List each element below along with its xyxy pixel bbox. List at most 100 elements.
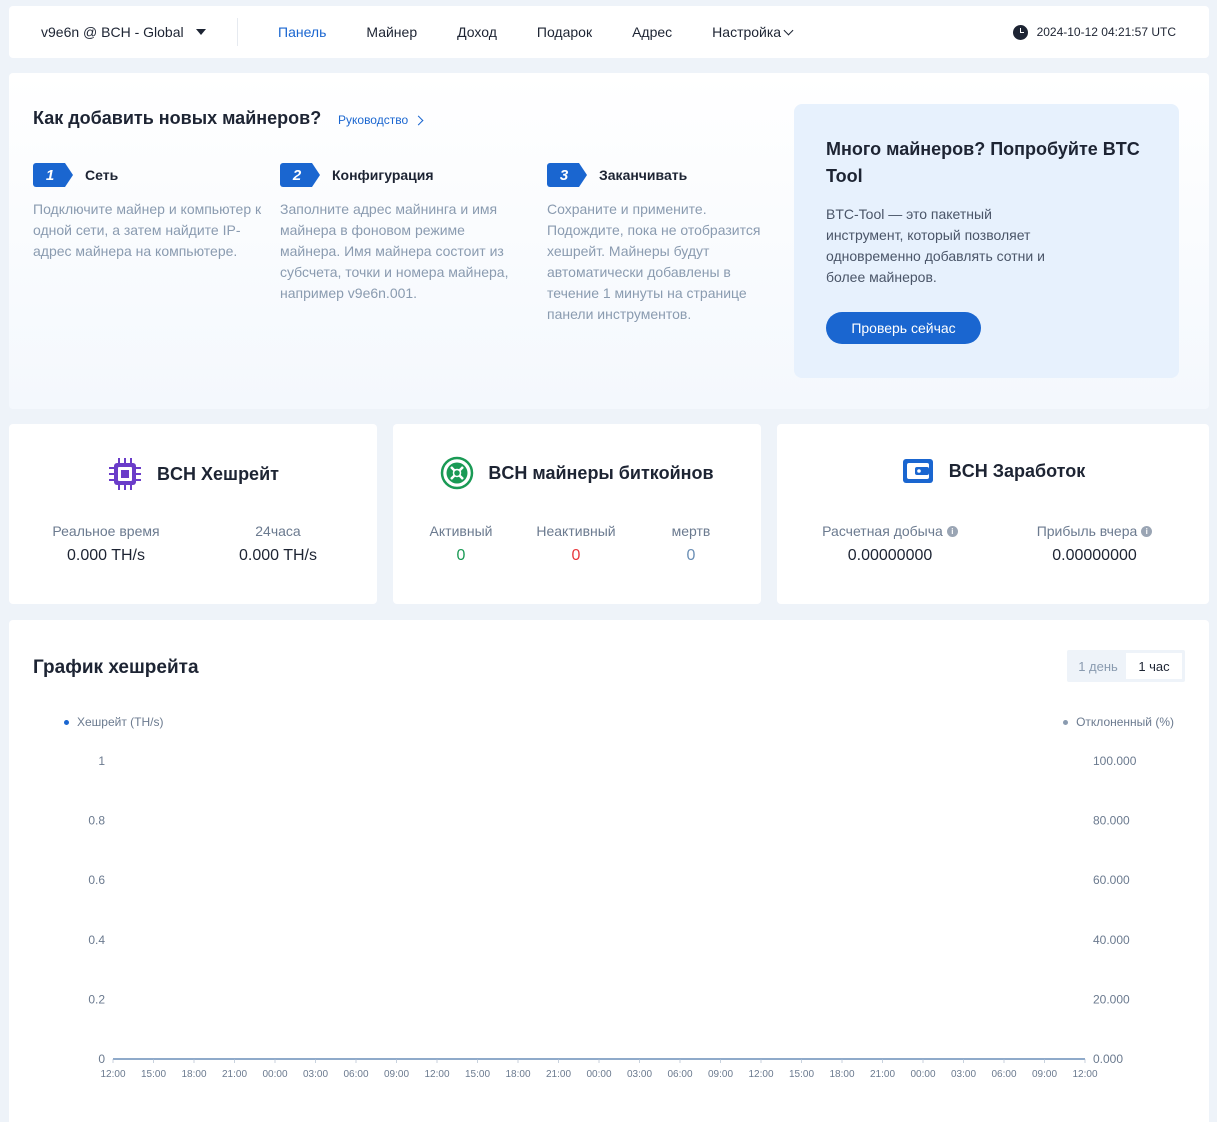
- nav-dashboard[interactable]: Панель: [278, 24, 326, 40]
- stat-value: 0.00000000: [847, 547, 933, 564]
- nav-settings[interactable]: Настройка: [712, 24, 794, 40]
- y-right-tick-label: 60.000: [1093, 873, 1130, 887]
- y-right-tick-label: 20.000: [1093, 992, 1130, 1006]
- miners-card: BCH майнеры биткойнов Активный 0 Неактив…: [393, 424, 761, 604]
- stat-label-text: Прибыль вчера: [1036, 523, 1138, 539]
- y-left-tick-label: 1: [98, 754, 105, 768]
- x-tick-label: 15:00: [465, 1069, 490, 1080]
- miner-icon: [441, 456, 474, 490]
- x-tick-label: 18:00: [829, 1069, 854, 1080]
- stat-label: Расчетная добыча i: [815, 523, 965, 539]
- step-number-badge: 3: [547, 163, 587, 187]
- step-configuration: 2 Конфигурация Заполните адрес майнинга …: [280, 163, 515, 304]
- info-icon[interactable]: i: [946, 525, 958, 537]
- x-tick-label: 21:00: [546, 1069, 571, 1080]
- earnings-card: BCH Заработок Расчетная добыча i 0.00000…: [777, 424, 1209, 604]
- stat-inactive[interactable]: Неактивный 0: [526, 523, 626, 565]
- x-tick-label: 12:00: [748, 1069, 773, 1080]
- x-tick-label: 12:00: [1072, 1069, 1097, 1080]
- x-tick-label: 09:00: [708, 1069, 733, 1080]
- stat-label: мертв: [671, 523, 711, 539]
- nav-miners[interactable]: Майнер: [366, 24, 417, 40]
- promo-text: BTC-Tool — это пакетный инструмент, кото…: [826, 206, 1045, 285]
- stat-label: 24часа: [255, 523, 301, 539]
- card-title: BCH Заработок: [948, 460, 1086, 481]
- y-left-tick-label: 0.2: [88, 992, 105, 1006]
- x-tick-label: 06:00: [991, 1069, 1016, 1080]
- x-tick-label: 00:00: [262, 1069, 287, 1080]
- check-now-button[interactable]: Проверь сейчас: [826, 312, 981, 344]
- step-label: Заканчивать: [599, 167, 688, 183]
- stat-value: 0.000 TH/s: [67, 547, 145, 564]
- step-label: Сеть: [85, 167, 119, 183]
- stat-yesterday-profit: Прибыль вчера i 0.00000000: [1027, 523, 1162, 565]
- hashrate-chart: 0 0.2 0.4 0.6 0.8 1 0.000 20.000 40.000 60.000 80.…: [88, 754, 1136, 1080]
- guide-link-label: Руководство: [338, 113, 409, 127]
- caret-down-icon: [195, 29, 206, 35]
- chevron-right-icon: [413, 115, 424, 125]
- x-tick-label: 21:00: [222, 1069, 247, 1080]
- stat-estimated-mining: Расчетная добыча i 0.00000000: [815, 523, 965, 565]
- step-description: Сохраните и примените. Подождите, пока н…: [547, 201, 761, 322]
- y-left-tick-label: 0.6: [88, 873, 105, 887]
- x-tick-label: 12:00: [100, 1069, 125, 1080]
- x-tick-label: 18:00: [505, 1069, 530, 1080]
- stat-value: 0: [686, 547, 696, 564]
- x-tick-label: 03:00: [303, 1069, 328, 1080]
- datetime-text: 2024-10-12 04:21:57 UTC: [1036, 25, 1176, 39]
- stat-label: Реальное время: [52, 523, 160, 539]
- add-miner-guide: Как добавить новых майнеров? Руководство…: [9, 73, 1209, 409]
- x-tick-label: 09:00: [1032, 1069, 1057, 1080]
- stat-active[interactable]: Активный 0: [417, 523, 505, 565]
- stat-24h: 24часа 0.000 TH/s: [223, 523, 333, 565]
- stat-label-text: Расчетная добыча: [822, 523, 943, 539]
- chip-icon: [109, 458, 142, 490]
- main-nav: Панель Майнер Доход Подарок Адрес Настро…: [278, 6, 832, 58]
- step-finish: 3 Заканчивать Сохраните и примените. Под…: [547, 163, 775, 325]
- x-tick-label: 03:00: [951, 1069, 976, 1080]
- account-selector[interactable]: v9e6n @ BCH - Global: [9, 18, 238, 46]
- guide-title: Как добавить новых майнеров?: [33, 108, 322, 128]
- nav-gift[interactable]: Подарок: [537, 24, 592, 40]
- step-network: 1 Сеть Подключите майнер и компьютер к о…: [33, 163, 268, 262]
- y-right-tick-label: 40.000: [1093, 933, 1130, 947]
- stat-value: 0.00000000: [1052, 547, 1137, 564]
- step-description: Подключите майнер и компьютер к одной се…: [33, 201, 262, 259]
- stat-label: Неактивный: [536, 523, 616, 539]
- account-label: v9e6n @ BCH - Global: [41, 24, 184, 40]
- card-title: BCH майнеры биткойнов: [488, 462, 714, 483]
- nav-income[interactable]: Доход: [457, 24, 497, 40]
- y-left-tick-label: 0: [98, 1052, 105, 1066]
- x-tick-label: 15:00: [141, 1069, 166, 1080]
- stat-value: 0.000 TH/s: [239, 547, 317, 564]
- stat-realtime: Реальное время 0.000 TH/s: [41, 523, 171, 565]
- info-icon[interactable]: i: [1141, 525, 1153, 537]
- guide-link[interactable]: Руководство: [338, 113, 424, 127]
- x-tick-label: 00:00: [586, 1069, 611, 1080]
- btc-tool-promo: Много майнеров? Попробуйте BTC Tool BTC-…: [794, 104, 1179, 378]
- stat-dead[interactable]: мертв 0: [656, 523, 726, 565]
- y-right-tick-label: 80.000: [1093, 814, 1130, 828]
- x-tick-label: 00:00: [910, 1069, 935, 1080]
- x-tick-label: 06:00: [343, 1069, 368, 1080]
- x-tick-label: 03:00: [627, 1069, 652, 1080]
- x-tick-label: 06:00: [667, 1069, 692, 1080]
- step-label: Конфигурация: [332, 167, 434, 183]
- x-tick-label: 12:00: [424, 1069, 449, 1080]
- promo-title: Много майнеров? Попробуйте BTC Tool: [826, 139, 1140, 186]
- stat-label: Прибыль вчера i: [1027, 523, 1162, 539]
- top-navigation-bar: v9e6n @ BCH - Global Панель Майнер Доход…: [9, 6, 1209, 58]
- server-time: 2024-10-12 04:21:57 UTC: [1012, 6, 1176, 58]
- wallet-icon: [902, 459, 933, 483]
- clock-icon: [1012, 24, 1028, 40]
- step-description: Заполните адрес майнинга и имя майнера в…: [280, 201, 509, 301]
- chevron-down-icon: [783, 25, 794, 35]
- x-tick-label: 15:00: [789, 1069, 814, 1080]
- stat-label: Активный: [429, 523, 493, 539]
- stat-value: 0: [571, 547, 581, 564]
- x-tick-label: 18:00: [181, 1069, 206, 1080]
- y-left-tick-label: 0.4: [88, 933, 105, 947]
- card-title: BCH Хешрейт: [157, 463, 279, 484]
- nav-address[interactable]: Адрес: [632, 24, 672, 40]
- y-right-tick-label: 0.000: [1093, 1052, 1123, 1066]
